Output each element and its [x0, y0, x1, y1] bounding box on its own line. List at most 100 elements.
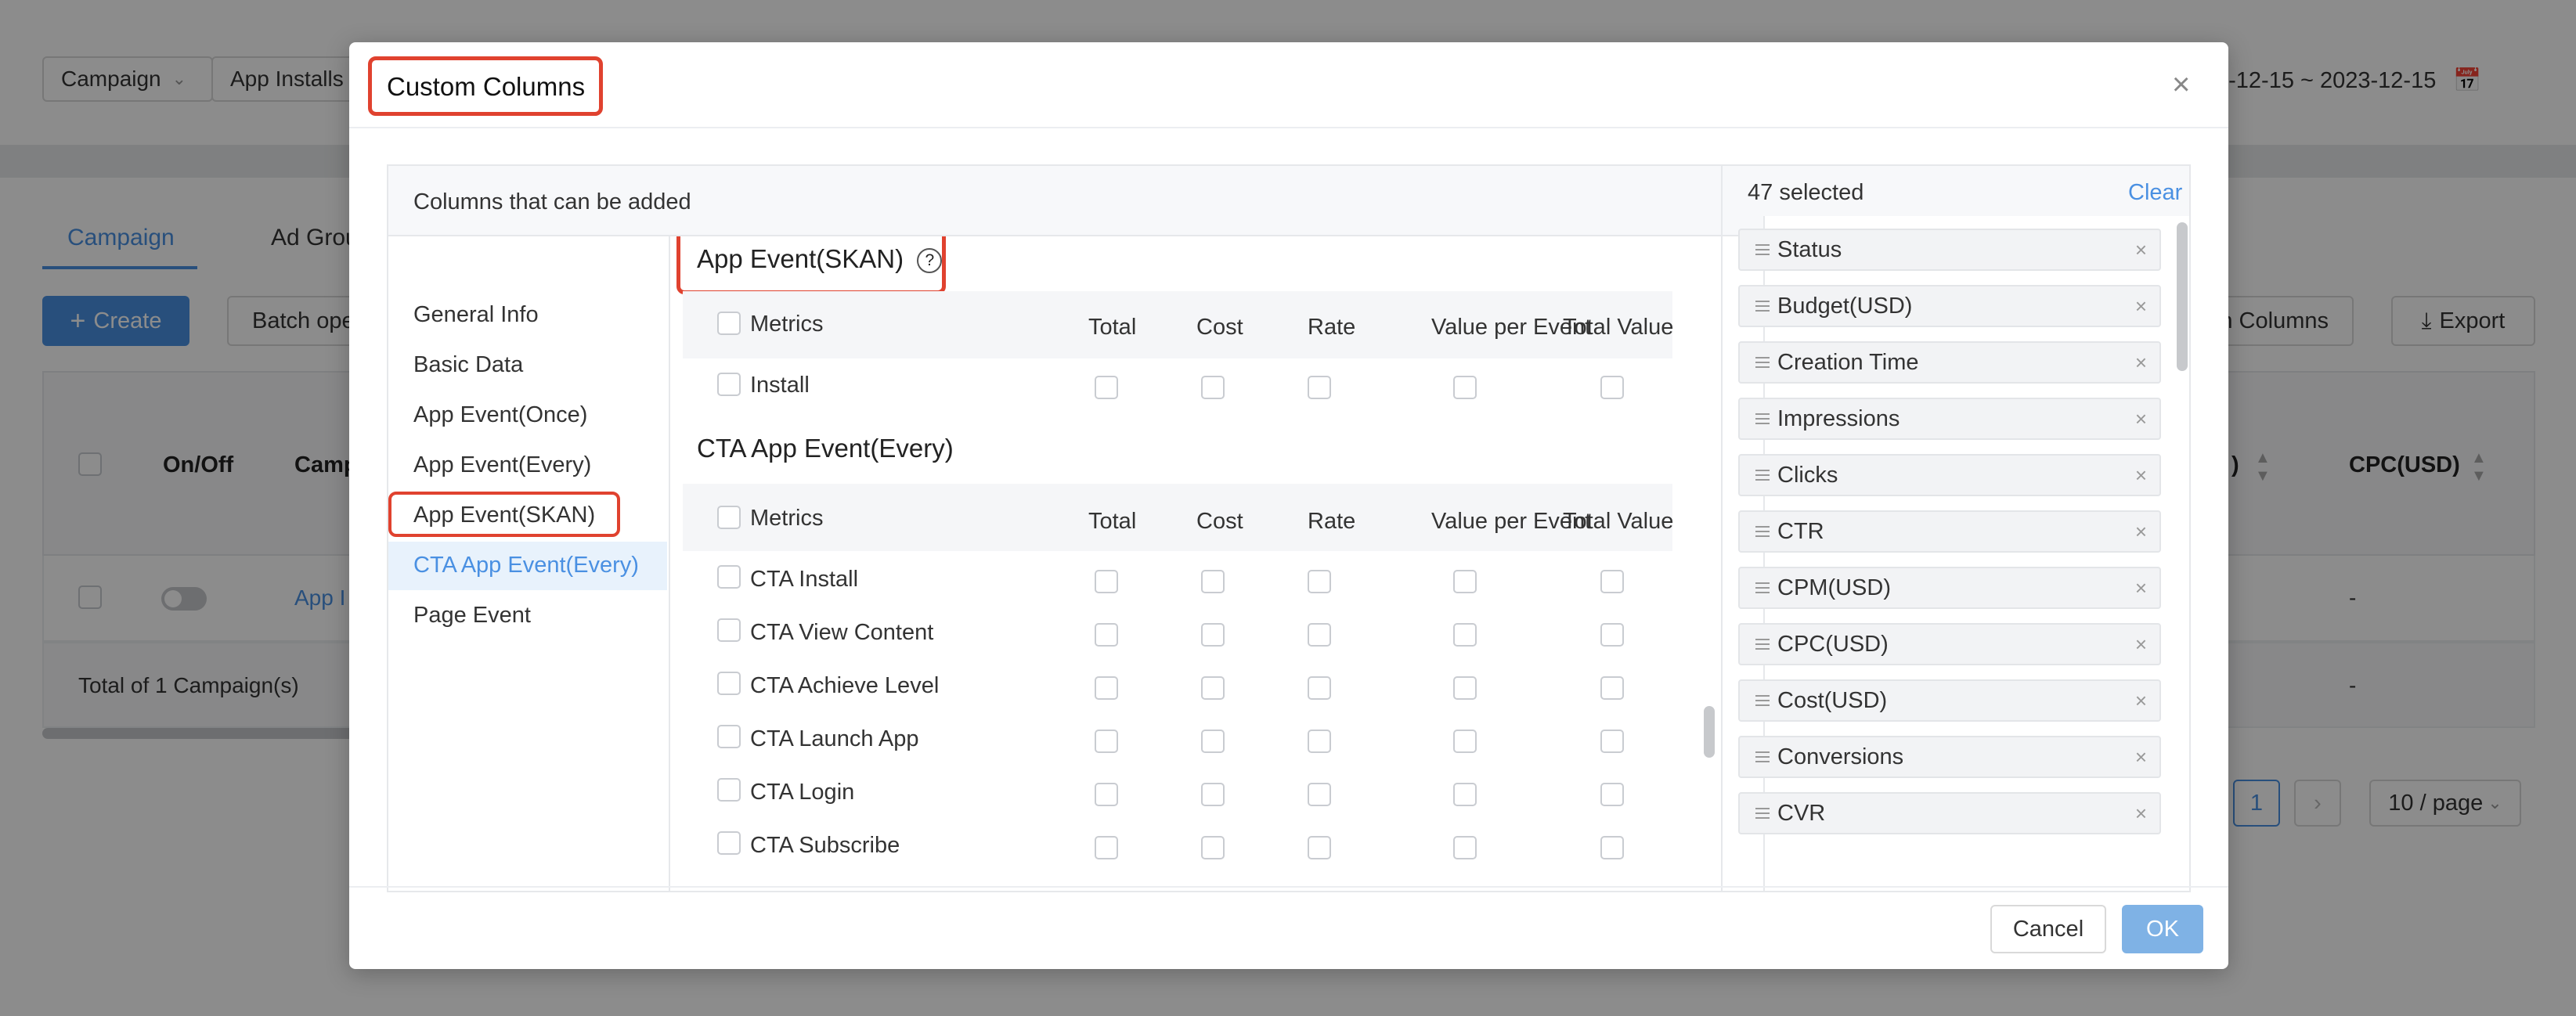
remove-icon[interactable]: ×	[2135, 689, 2147, 713]
selected-scrollbar[interactable]	[2177, 222, 2188, 371]
metric-checkbox[interactable]	[1453, 783, 1477, 806]
metric-checkbox[interactable]	[1308, 570, 1331, 593]
metric-checkbox[interactable]	[1308, 730, 1331, 753]
metric-checkbox[interactable]	[1201, 836, 1225, 859]
metric-checkbox[interactable]	[1308, 376, 1331, 399]
selected-item[interactable]: Conversions ×	[1738, 736, 2161, 778]
selected-item[interactable]: Impressions ×	[1738, 398, 2161, 440]
drag-handle-icon[interactable]	[1755, 582, 1770, 593]
metric-checkbox[interactable]	[1600, 836, 1624, 859]
selected-item[interactable]: CPC(USD) ×	[1738, 623, 2161, 665]
row-cta-achieve-level: CTA Achieve Level	[750, 673, 940, 698]
selected-item[interactable]: Budget(USD) ×	[1738, 285, 2161, 327]
metric-checkbox[interactable]	[1308, 623, 1331, 647]
section-title-skan: App Event(SKAN) ?	[697, 244, 943, 274]
selected-item-label: CVR	[1777, 800, 1826, 826]
metric-checkbox[interactable]	[1095, 376, 1118, 399]
cancel-button[interactable]: Cancel	[1990, 905, 2106, 953]
nav-item-app-event-every[interactable]: App Event(Every)	[413, 452, 591, 478]
metric-checkbox[interactable]	[1308, 836, 1331, 859]
metric-checkbox[interactable]	[1201, 783, 1225, 806]
nav-item-app-event-skan[interactable]: App Event(SKAN)	[413, 503, 595, 528]
metric-checkbox[interactable]	[1201, 376, 1225, 399]
metric-checkbox[interactable]	[1600, 623, 1624, 647]
metric-checkbox[interactable]	[1095, 836, 1118, 859]
selected-item[interactable]: Cost(USD) ×	[1738, 679, 2161, 722]
remove-icon[interactable]: ×	[2135, 576, 2147, 600]
metric-checkbox[interactable]	[1600, 676, 1624, 700]
ok-button[interactable]: OK	[2122, 905, 2203, 953]
remove-icon[interactable]: ×	[2135, 520, 2147, 544]
nav-item-basic-data[interactable]: Basic Data	[413, 352, 523, 378]
drag-handle-icon[interactable]	[1755, 470, 1770, 481]
remove-icon[interactable]: ×	[2135, 294, 2147, 319]
selected-item[interactable]: CVR ×	[1738, 792, 2161, 834]
selected-item-label: Budget(USD)	[1777, 293, 1913, 319]
footer-divider	[349, 886, 2228, 888]
drag-handle-icon[interactable]	[1755, 301, 1770, 312]
modal-title: Custom Columns	[387, 72, 586, 101]
drag-handle-icon[interactable]	[1755, 244, 1770, 255]
remove-icon[interactable]: ×	[2135, 351, 2147, 375]
install-checkbox[interactable]	[717, 373, 741, 396]
drag-handle-icon[interactable]	[1755, 413, 1770, 424]
nav-item-cta-app-event-every[interactable]: CTA App Event(Every)	[413, 553, 639, 578]
nav-item-app-event-once[interactable]: App Event(Once)	[413, 402, 587, 428]
remove-icon[interactable]: ×	[2135, 238, 2147, 262]
content-scrollbar[interactable]	[1704, 706, 1715, 758]
help-icon[interactable]: ?	[917, 248, 943, 274]
selected-item[interactable]: CPM(USD) ×	[1738, 567, 2161, 609]
metric-checkbox[interactable]	[1201, 730, 1225, 753]
remove-icon[interactable]: ×	[2135, 463, 2147, 488]
drag-handle-icon[interactable]	[1755, 808, 1770, 819]
cta-install-checkbox[interactable]	[717, 565, 741, 589]
nav-item-page-event[interactable]: Page Event	[413, 603, 531, 629]
cta-login-checkbox[interactable]	[717, 778, 741, 802]
row-cta-login: CTA Login	[750, 780, 855, 805]
skan-select-all-checkbox[interactable]	[717, 312, 741, 335]
close-icon[interactable]: ×	[2172, 69, 2190, 100]
metric-checkbox[interactable]	[1095, 623, 1118, 647]
cta-select-all-checkbox[interactable]	[717, 506, 741, 529]
metric-checkbox[interactable]	[1453, 730, 1477, 753]
selected-item-label: Cost(USD)	[1777, 687, 1888, 713]
metric-checkbox[interactable]	[1600, 376, 1624, 399]
selected-item[interactable]: Creation Time ×	[1738, 341, 2161, 384]
remove-icon[interactable]: ×	[2135, 632, 2147, 657]
drag-handle-icon[interactable]	[1755, 695, 1770, 706]
metric-checkbox[interactable]	[1600, 570, 1624, 593]
clear-link[interactable]: Clear	[2128, 180, 2182, 206]
metric-checkbox[interactable]	[1600, 730, 1624, 753]
metric-checkbox[interactable]	[1600, 783, 1624, 806]
metric-checkbox[interactable]	[1201, 570, 1225, 593]
metric-checkbox[interactable]	[1308, 676, 1331, 700]
metric-checkbox[interactable]	[1201, 676, 1225, 700]
remove-icon[interactable]: ×	[2135, 407, 2147, 431]
metric-checkbox[interactable]	[1095, 676, 1118, 700]
drag-handle-icon[interactable]	[1755, 357, 1770, 368]
drag-handle-icon[interactable]	[1755, 751, 1770, 762]
metric-checkbox[interactable]	[1201, 623, 1225, 647]
nav-item-general-info[interactable]: General Info	[413, 302, 539, 328]
remove-icon[interactable]: ×	[2135, 745, 2147, 769]
metric-checkbox[interactable]	[1095, 570, 1118, 593]
selected-item[interactable]: Status ×	[1738, 229, 2161, 271]
metric-checkbox[interactable]	[1095, 730, 1118, 753]
metric-checkbox[interactable]	[1453, 623, 1477, 647]
metric-checkbox[interactable]	[1453, 570, 1477, 593]
cta-achieve-level-checkbox[interactable]	[717, 672, 741, 695]
drag-handle-icon[interactable]	[1755, 526, 1770, 537]
selected-item[interactable]: CTR ×	[1738, 510, 2161, 553]
cta-launch-app-checkbox[interactable]	[717, 725, 741, 748]
metric-checkbox[interactable]	[1453, 836, 1477, 859]
drag-handle-icon[interactable]	[1755, 639, 1770, 650]
selected-item-label: Conversions	[1777, 744, 1904, 769]
cta-subscribe-checkbox[interactable]	[717, 831, 741, 855]
metric-checkbox[interactable]	[1095, 783, 1118, 806]
metric-checkbox[interactable]	[1453, 676, 1477, 700]
selected-item[interactable]: Clicks ×	[1738, 454, 2161, 496]
remove-icon[interactable]: ×	[2135, 802, 2147, 826]
metric-checkbox[interactable]	[1453, 376, 1477, 399]
cta-view-content-checkbox[interactable]	[717, 618, 741, 642]
metric-checkbox[interactable]	[1308, 783, 1331, 806]
